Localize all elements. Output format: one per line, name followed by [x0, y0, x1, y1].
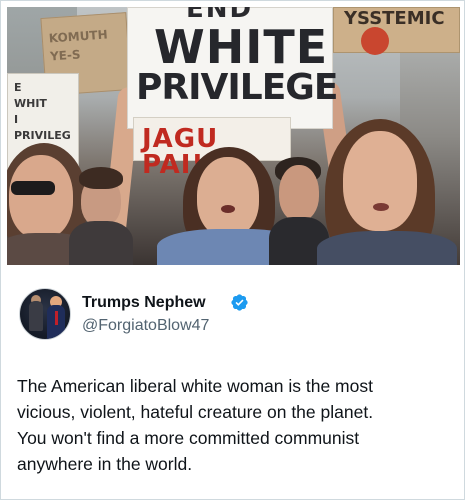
screenshot-frame: KOMUTH YE-S E WHIT I PRIVILEG YSSTEMIC E… — [0, 0, 465, 500]
tweet-text-line: You won't find a more committed communis… — [17, 428, 360, 448]
tweet-text-line: anywhere in the world. — [17, 454, 193, 474]
tweet-text-line: The American liberal white woman is the … — [17, 376, 373, 396]
sign-text: KOMUTH — [48, 27, 109, 46]
verified-badge-icon — [231, 294, 248, 311]
cardboard-sign-right: YSSTEMIC — [333, 7, 460, 53]
sign-text: WHITE — [154, 20, 329, 74]
sign-text: E — [14, 81, 22, 94]
sign-text: I — [14, 113, 19, 126]
sunglasses-icon — [11, 181, 55, 195]
display-name[interactable]: Trumps Nephew — [82, 294, 206, 312]
avatar[interactable] — [19, 288, 71, 340]
sign-text: YE-S — [49, 47, 82, 64]
sign-text: YSSTEMIC — [344, 8, 445, 29]
user-handle[interactable]: @ForgiatoBlow47 — [82, 317, 209, 335]
sign-text: PRIVILEG — [14, 129, 71, 142]
main-protest-sign: END WHITE PRIVILEGE — [127, 7, 338, 129]
tweet-text-line: vicious, violent, hateful creature on th… — [17, 402, 374, 422]
sign-text: WHIT — [14, 97, 47, 110]
sign-text: PRIVILEGE — [136, 67, 338, 108]
tweet-photo[interactable]: KOMUTH YE-S E WHIT I PRIVILEG YSSTEMIC E… — [7, 7, 460, 265]
red-circle-prop — [361, 27, 389, 55]
tweet-text: The American liberal white woman is the … — [17, 373, 457, 477]
